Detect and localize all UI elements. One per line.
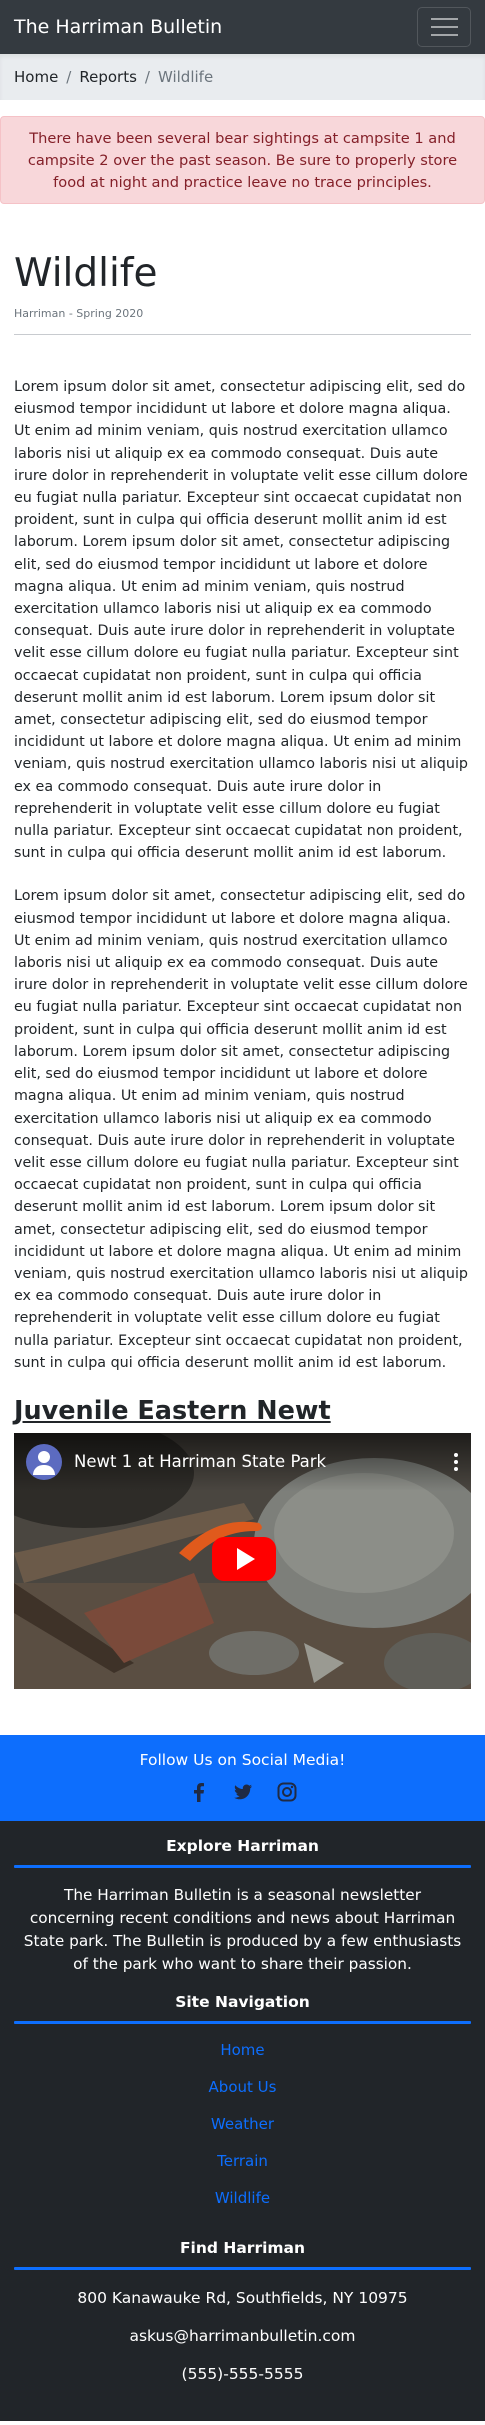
- twitter-icon[interactable]: [232, 1781, 254, 1803]
- article-paragraph: Lorem ipsum dolor sit amet, consectetur …: [14, 379, 468, 862]
- footer-divider: [14, 1864, 471, 1868]
- hamburger-icon-line: [430, 26, 458, 28]
- brand-link[interactable]: The Harriman Bulletin: [14, 16, 222, 38]
- divider: [14, 334, 471, 335]
- breadcrumb-bar: Home / Reports / Wildlife: [0, 54, 485, 100]
- video-title-bar: Newt 1 at Harriman State Park: [14, 1432, 471, 1491]
- social-title: Follow Us on Social Media!: [139, 1750, 346, 1769]
- navbar: The Harriman Bulletin: [0, 0, 485, 54]
- breadcrumb-current: Wildlife: [157, 68, 214, 86]
- breadcrumb-home[interactable]: Home: [14, 68, 58, 86]
- bear-alert: There have been several bear sightings a…: [0, 116, 485, 204]
- social-bar: Follow Us on Social Media!: [0, 1734, 485, 1821]
- page-title: Wildlife: [14, 251, 158, 296]
- breadcrumb: Home / Reports / Wildlife: [14, 68, 213, 86]
- footer: Explore Harriman The Harriman Bulletin i…: [0, 1820, 485, 2421]
- footer-phone: (555)-555-5555: [181, 2364, 304, 2383]
- footer-link-weather[interactable]: Weather: [14, 2115, 471, 2152]
- footer-email[interactable]: askus@harrimanbulletin.com: [14, 2327, 471, 2365]
- footer-link-wildlife[interactable]: Wildlife: [14, 2189, 471, 2226]
- footer-divider: [14, 2020, 471, 2024]
- menu-toggle-button[interactable]: [417, 7, 471, 47]
- footer-address: 800 Kanawauke Rd, Southfields, NY 10975: [77, 2288, 408, 2307]
- breadcrumb-separator: /: [66, 68, 72, 86]
- video-player[interactable]: Newt 1 at Harriman State Park: [14, 1432, 471, 1689]
- hamburger-icon-line: [430, 34, 458, 36]
- play-button[interactable]: [212, 1536, 276, 1581]
- breadcrumb-reports[interactable]: Reports: [79, 68, 137, 86]
- article-paragraph: Lorem ipsum dolor sit amet, consectetur …: [14, 888, 468, 1371]
- channel-avatar-icon[interactable]: [26, 1443, 62, 1480]
- social-icons: [0, 1781, 485, 1803]
- article-byline: Harriman - Spring 2020: [14, 307, 144, 320]
- footer-explore-heading: Explore Harriman: [166, 1836, 319, 1855]
- facebook-icon[interactable]: [188, 1781, 210, 1803]
- footer-link-home[interactable]: Home: [14, 2041, 471, 2078]
- footer-explore-text: The Harriman Bulletin is a seasonal news…: [23, 1885, 462, 1973]
- video-heading: Juvenile Eastern Newt: [14, 1395, 331, 1426]
- hamburger-icon-line: [430, 18, 458, 20]
- footer-nav: Home About Us Weather Terrain Wildlife: [14, 2041, 471, 2226]
- footer-find-heading: Find Harriman: [179, 2238, 306, 2257]
- footer-divider: [14, 2266, 471, 2270]
- instagram-icon[interactable]: [276, 1781, 298, 1803]
- footer-link-terrain[interactable]: Terrain: [14, 2152, 471, 2189]
- video-title[interactable]: Newt 1 at Harriman State Park: [74, 1452, 453, 1471]
- footer-link-about[interactable]: About Us: [14, 2078, 471, 2115]
- footer-nav-heading: Site Navigation: [175, 1992, 310, 2011]
- breadcrumb-separator: /: [144, 68, 150, 86]
- more-options-icon[interactable]: [453, 1452, 459, 1471]
- footer-contact: 800 Kanawauke Rd, Southfields, NY 10975 …: [14, 2289, 471, 2403]
- article: Wildlife Harriman - Spring 2020 Lorem ip…: [0, 250, 485, 1689]
